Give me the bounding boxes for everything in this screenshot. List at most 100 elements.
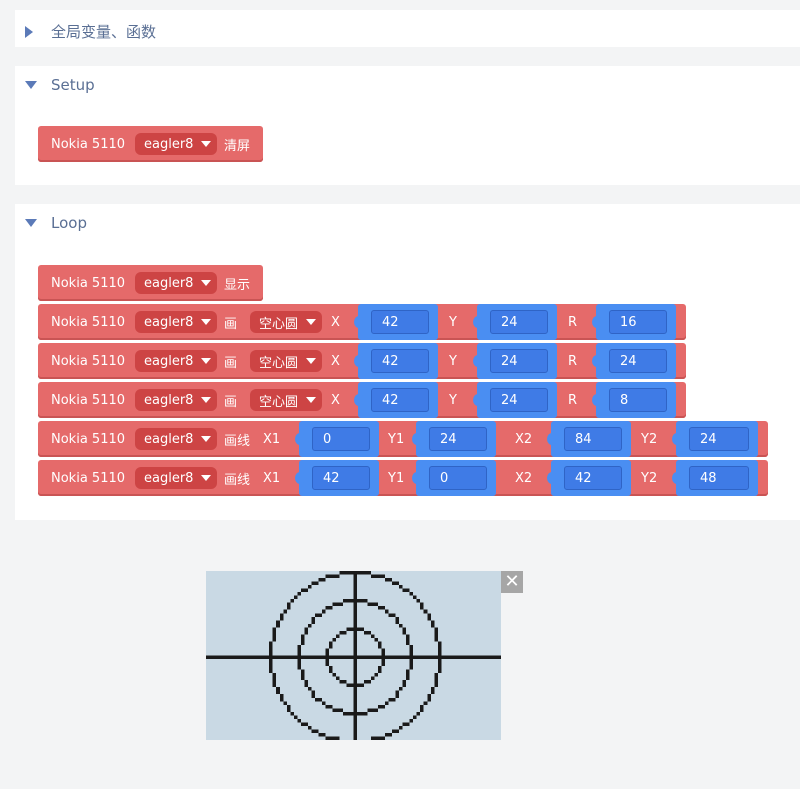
- x1-input[interactable]: 42: [312, 466, 370, 490]
- lcd-pixel: [406, 588, 410, 593]
- y-input[interactable]: 24: [490, 349, 548, 373]
- r-input[interactable]: 24: [609, 349, 667, 373]
- lcd-screen: [206, 571, 501, 740]
- instance-dropdown[interactable]: eagler8: [135, 467, 218, 489]
- lcd-pixel: [392, 581, 396, 586]
- lcd-pixel: [371, 634, 375, 638]
- lcd-pixel: [311, 616, 315, 621]
- block-draw-circle[interactable]: Nokia 5110 eagler8 画 空心圆 X 42 Y 24 R 8: [38, 382, 686, 418]
- y-input[interactable]: 24: [490, 310, 548, 334]
- lcd-pixel: [300, 673, 305, 677]
- device-label: Nokia 5110: [51, 353, 126, 369]
- lcd-pixel: [349, 627, 354, 631]
- lcd-pixel: [318, 697, 322, 702]
- lcd-pixel: [378, 606, 382, 610]
- close-preview-button[interactable]: ✕: [501, 571, 523, 593]
- lcd-pixel: [430, 620, 435, 624]
- block-lcd-clear[interactable]: Nokia 5110 eagler8 清屏: [38, 126, 263, 162]
- shape-dropdown[interactable]: 空心圆: [250, 311, 323, 333]
- y1-label: Y1: [388, 431, 405, 447]
- instance-dropdown[interactable]: eagler8: [135, 311, 218, 333]
- block-lcd-display[interactable]: Nokia 5110 eagler8 显示: [38, 265, 263, 301]
- lcd-pixel: [406, 634, 410, 638]
- lcd-pixel: [293, 595, 298, 600]
- lcd-pixel: [388, 655, 393, 660]
- lcd-pixel: [300, 655, 305, 660]
- action-label: 画线: [224, 472, 251, 488]
- lcd-pixel: [427, 694, 431, 698]
- x1-input[interactable]: 0: [312, 427, 370, 451]
- lcd-pixel: [335, 708, 340, 712]
- lcd-pixel: [399, 687, 403, 691]
- connector-nub: [547, 472, 557, 484]
- lcd-pixel: [353, 694, 358, 698]
- y-slot: 24: [473, 382, 557, 418]
- x-slot: 42: [354, 304, 438, 340]
- y-input[interactable]: 24: [490, 388, 548, 412]
- lcd-pixel: [437, 648, 442, 652]
- lcd-pixel: [307, 725, 312, 730]
- x2-input[interactable]: 42: [564, 466, 622, 490]
- y2-input[interactable]: 48: [689, 466, 749, 490]
- block-draw-circle[interactable]: Nokia 5110 eagler8 画 空心圆 X 42 Y 24 R 16: [38, 304, 686, 340]
- device-label: Nokia 5110: [51, 392, 126, 408]
- block-draw-line[interactable]: Nokia 5110 eagler8 画线 X1 0 Y1 24 X2 84 Y…: [38, 421, 768, 457]
- lcd-pixel: [244, 655, 249, 660]
- lcd-pixel: [479, 655, 484, 660]
- instance-dropdown[interactable]: eagler8: [135, 389, 218, 411]
- lcd-pixel: [427, 655, 431, 660]
- connector-nub: [473, 355, 483, 367]
- instance-dropdown[interactable]: eagler8: [135, 272, 218, 294]
- x-input[interactable]: 42: [371, 349, 429, 373]
- y1-input[interactable]: 0: [429, 466, 487, 490]
- lcd-pixel: [353, 701, 358, 705]
- lcd-pixel: [300, 676, 305, 681]
- lcd-pixel: [297, 592, 301, 596]
- x-input[interactable]: 42: [371, 310, 429, 334]
- setup-header[interactable]: Setup: [25, 76, 95, 94]
- shape-dropdown[interactable]: 空心圆: [250, 389, 323, 411]
- x2-input[interactable]: 84: [564, 427, 622, 451]
- block-draw-circle[interactable]: Nokia 5110 eagler8 画 空心圆 X 42 Y 24 R 24: [38, 343, 686, 379]
- lcd-pixel: [364, 630, 368, 635]
- lcd-pixel: [209, 655, 214, 660]
- r-input[interactable]: 16: [609, 310, 667, 334]
- lcd-pixel: [434, 634, 438, 638]
- instance-dropdown[interactable]: eagler8: [135, 133, 218, 155]
- lcd-pixel: [353, 641, 358, 645]
- lcd-pixel: [314, 655, 319, 660]
- globals-header[interactable]: 全局变量、函数: [25, 21, 156, 42]
- lcd-pixel: [395, 694, 400, 698]
- shape-dropdown[interactable]: 空心圆: [250, 350, 323, 372]
- lcd-pixel: [339, 680, 343, 684]
- lcd-pixel: [346, 711, 350, 716]
- lcd-pixel: [476, 655, 480, 660]
- action-label: 显示: [224, 277, 251, 293]
- lcd-pixel: [258, 655, 263, 660]
- loop-header[interactable]: Loop: [25, 214, 87, 232]
- lcd-pixel: [321, 701, 326, 705]
- lcd-pixel: [297, 718, 301, 723]
- block-draw-line[interactable]: Nokia 5110 eagler8 画线 X1 42 Y1 0 X2 42 Y…: [38, 460, 768, 496]
- lcd-pixel: [385, 578, 389, 582]
- instance-dropdown[interactable]: eagler8: [135, 350, 218, 372]
- lcd-pixel: [402, 588, 407, 593]
- lcd-pixel: [360, 627, 365, 631]
- lcd-pixel: [465, 655, 470, 660]
- lcd-pixel: [328, 704, 333, 709]
- instance-value: eagler8: [144, 431, 194, 447]
- lcd-pixel: [311, 729, 315, 733]
- lcd-pixel: [272, 676, 277, 681]
- lcd-pixel: [349, 599, 354, 603]
- lcd-pixel: [314, 697, 319, 702]
- instance-dropdown[interactable]: eagler8: [135, 428, 218, 450]
- r-input[interactable]: 8: [609, 388, 667, 412]
- lcd-pixel: [325, 704, 329, 709]
- x2-slot: 42: [547, 460, 631, 496]
- y2-input[interactable]: 24: [689, 427, 749, 451]
- lcd-pixel: [378, 704, 382, 709]
- x-input[interactable]: 42: [371, 388, 429, 412]
- y1-input[interactable]: 24: [429, 427, 487, 451]
- lcd-pixel: [297, 651, 301, 656]
- lcd-pixel: [304, 680, 308, 684]
